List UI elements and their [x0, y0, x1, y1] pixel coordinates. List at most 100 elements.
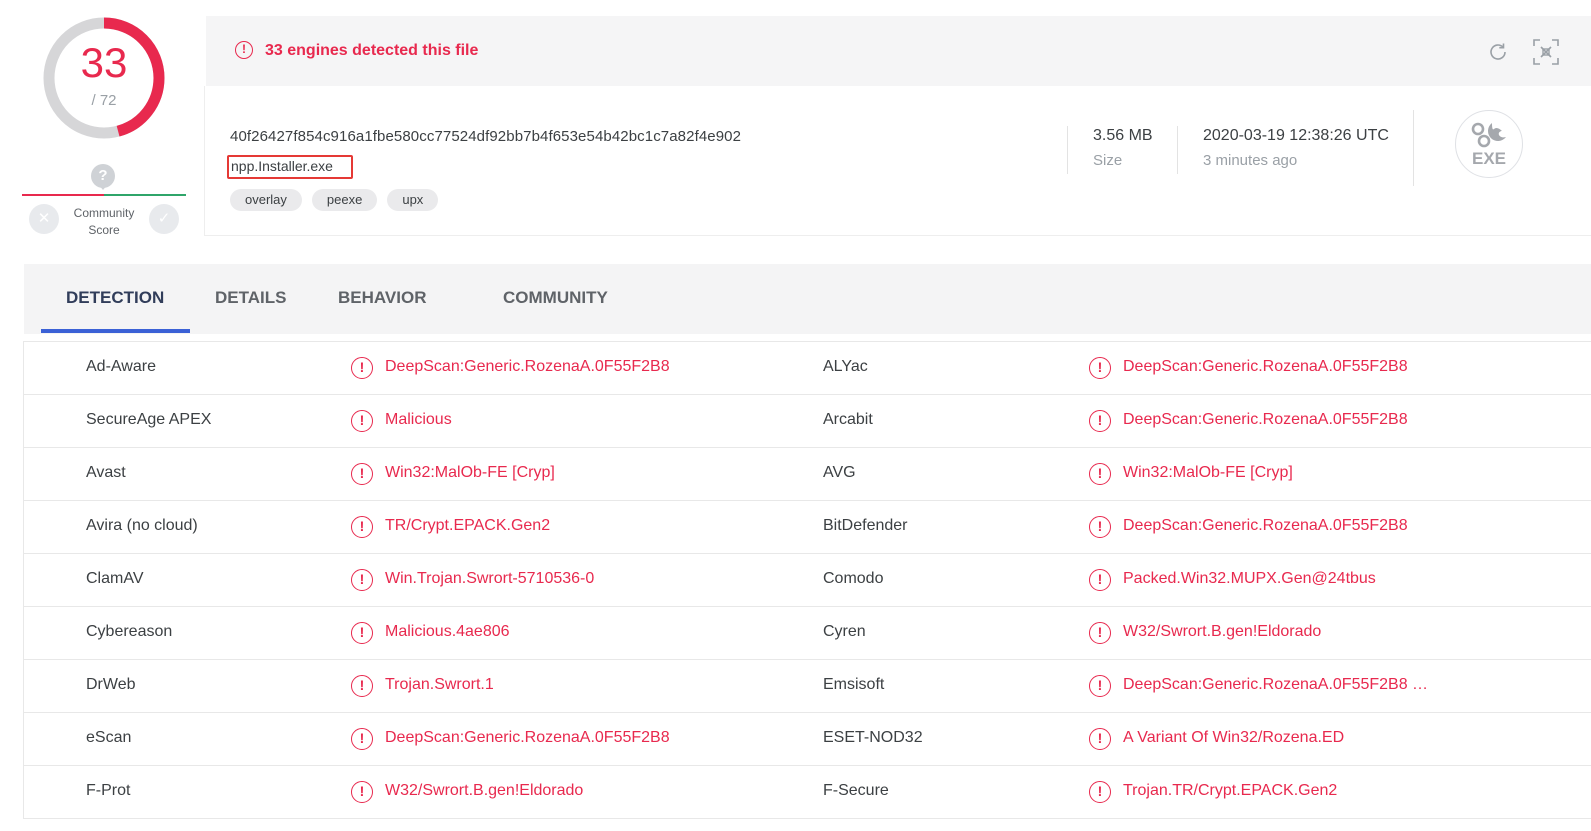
detection-result: W32/Swrort.B.gen!Eldorado: [385, 782, 584, 799]
tag-upx[interactable]: upx: [387, 189, 439, 211]
vote-harmless-icon[interactable]: ✓: [149, 204, 179, 234]
table-row: Cybereason ! Malicious.4ae806 Cyren ! W3…: [24, 607, 1591, 660]
detection-summary: 33 engines detected this file: [265, 42, 479, 59]
active-tab-indicator: [41, 329, 190, 333]
community-bar-positive: [104, 194, 186, 196]
engine-name: Comodo: [823, 570, 884, 587]
detection-result: Packed.Win32.MUPX.Gen@24tbus: [1123, 570, 1376, 587]
warning-icon: !: [235, 41, 253, 59]
detection-result: W32/Swrort.B.gen!Eldorado: [1123, 623, 1322, 640]
file-size-label: Size: [1093, 152, 1123, 169]
detection-result: DeepScan:Generic.RozenaA.0F55F2B8: [385, 729, 670, 746]
file-tags: overlay peexe upx: [230, 189, 439, 211]
alert-icon: !: [1089, 463, 1111, 485]
alert-icon: !: [1089, 357, 1111, 379]
detection-result: Malicious.4ae806: [385, 623, 510, 640]
table-row: eScan ! DeepScan:Generic.RozenaA.0F55F2B…: [24, 713, 1591, 766]
engine-name: ALYac: [823, 358, 868, 375]
engine-name: Emsisoft: [823, 676, 885, 693]
alert-icon: !: [351, 781, 373, 803]
tab-details[interactable]: DETAILS: [215, 288, 286, 308]
alert-icon: !: [1089, 410, 1111, 432]
detection-result: Trojan.TR/Crypt.EPACK.Gen2: [1123, 782, 1338, 799]
detection-result: DeepScan:Generic.RozenaA.0F55F2B8: [1123, 517, 1408, 534]
engine-name: Cyren: [823, 623, 866, 640]
detection-result: Win32:MalOb-FE [Cryp]: [385, 464, 555, 481]
detected-count: 33: [80, 39, 128, 86]
alert-icon: !: [1089, 675, 1111, 697]
alert-icon: !: [1089, 516, 1111, 538]
alert-icon: !: [351, 357, 373, 379]
analysis-date-relative: 3 minutes ago: [1203, 152, 1298, 169]
svg-text:EXE: EXE: [1472, 149, 1506, 168]
divider: [1177, 126, 1178, 174]
tag-overlay[interactable]: overlay: [230, 189, 302, 211]
detection-result: Trojan.Swrort.1: [385, 676, 494, 693]
engine-name: F-Secure: [823, 782, 889, 799]
exe-file-icon: EXE: [1455, 110, 1523, 178]
alert-icon: !: [351, 463, 373, 485]
detection-result: Malicious: [385, 411, 452, 428]
detection-score-gauge: 33 / 72: [38, 12, 170, 144]
alert-icon: !: [351, 728, 373, 750]
engine-name: Avast: [86, 464, 126, 481]
alert-icon: !: [1089, 569, 1111, 591]
alert-icon: !: [351, 410, 373, 432]
file-hash[interactable]: 40f26427f854c916a1fbe580cc77524df92bb7b4…: [230, 128, 741, 145]
engine-name: ClamAV: [86, 570, 144, 587]
file-info-panel: 40f26427f854c916a1fbe580cc77524df92bb7b4…: [204, 86, 1591, 236]
engine-name: eScan: [86, 729, 132, 746]
engine-name: ESET-NOD32: [823, 729, 923, 746]
detection-result: DeepScan:Generic.RozenaA.0F55F2B8: [385, 358, 670, 375]
divider: [1413, 110, 1414, 186]
total-engines: / 72: [91, 92, 117, 109]
community-bar-negative: [22, 194, 104, 196]
engine-name: Avira (no cloud): [86, 517, 198, 534]
detection-table: Ad-Aware ! DeepScan:Generic.RozenaA.0F55…: [23, 341, 1591, 819]
detection-result: A Variant Of Win32/Rozena.ED: [1123, 729, 1345, 746]
file-name: npp.Installer.exe: [231, 158, 333, 174]
community-score: ? ✕ Community Score ✓: [22, 160, 188, 240]
alert-icon: !: [351, 516, 373, 538]
graph-expand-icon[interactable]: [1532, 38, 1560, 66]
engine-name: F-Prot: [86, 782, 131, 799]
vote-harmful-icon[interactable]: ✕: [29, 204, 59, 234]
engine-name: SecureAge APEX: [86, 411, 212, 428]
engine-name: Cybereason: [86, 623, 173, 640]
alert-icon: !: [351, 622, 373, 644]
question-pointer: [98, 184, 108, 190]
table-row: SecureAge APEX ! Malicious Arcabit ! Dee…: [24, 395, 1591, 448]
detection-result: Win.Trojan.Swrort-5710536-0: [385, 570, 595, 587]
table-row: DrWeb ! Trojan.Swrort.1 Emsisoft ! DeepS…: [24, 660, 1591, 713]
alert-icon: !: [1089, 781, 1111, 803]
detection-result: DeepScan:Generic.RozenaA.0F55F2B8: [1123, 358, 1408, 375]
divider: [1067, 126, 1068, 174]
table-row: Avast ! Win32:MalOb-FE [Cryp] AVG ! Win3…: [24, 448, 1591, 501]
table-row: ClamAV ! Win.Trojan.Swrort-5710536-0 Com…: [24, 554, 1591, 607]
alert-icon: !: [1089, 622, 1111, 644]
alert-icon: !: [351, 675, 373, 697]
detection-result: DeepScan:Generic.RozenaA.0F55F2B8: [1123, 411, 1408, 428]
engine-name: Arcabit: [823, 411, 873, 428]
analysis-date-value: 2020-03-19 12:38:26 UTC: [1203, 127, 1389, 144]
alert-icon: !: [1089, 728, 1111, 750]
tag-peexe[interactable]: peexe: [311, 189, 378, 211]
detection-alert-bar: ! 33 engines detected this file: [206, 16, 1591, 86]
engine-name: DrWeb: [86, 676, 136, 693]
file-size-value: 3.56 MB: [1093, 127, 1153, 144]
detection-result: TR/Crypt.EPACK.Gen2: [385, 517, 551, 534]
table-row: Ad-Aware ! DeepScan:Generic.RozenaA.0F55…: [24, 342, 1591, 395]
tab-detection[interactable]: DETECTION: [66, 288, 164, 308]
table-row: F-Prot ! W32/Swrort.B.gen!Eldorado F-Sec…: [24, 766, 1591, 819]
report-tabs: DETECTION DETAILS BEHAVIOR COMMUNITY: [24, 264, 1591, 334]
tab-behavior[interactable]: BEHAVIOR: [338, 288, 426, 308]
engine-name: BitDefender: [823, 517, 908, 534]
detection-result: DeepScan:Generic.RozenaA.0F55F2B8 …: [1123, 676, 1429, 693]
table-row: Avira (no cloud) ! TR/Crypt.EPACK.Gen2 B…: [24, 501, 1591, 554]
engine-name: Ad-Aware: [86, 358, 156, 375]
detection-result: Win32:MalOb-FE [Cryp]: [1123, 464, 1293, 481]
reanalyze-icon[interactable]: [1486, 40, 1510, 64]
community-score-label: Community Score: [73, 206, 135, 237]
alert-icon: !: [351, 569, 373, 591]
tab-community[interactable]: COMMUNITY: [503, 288, 608, 308]
